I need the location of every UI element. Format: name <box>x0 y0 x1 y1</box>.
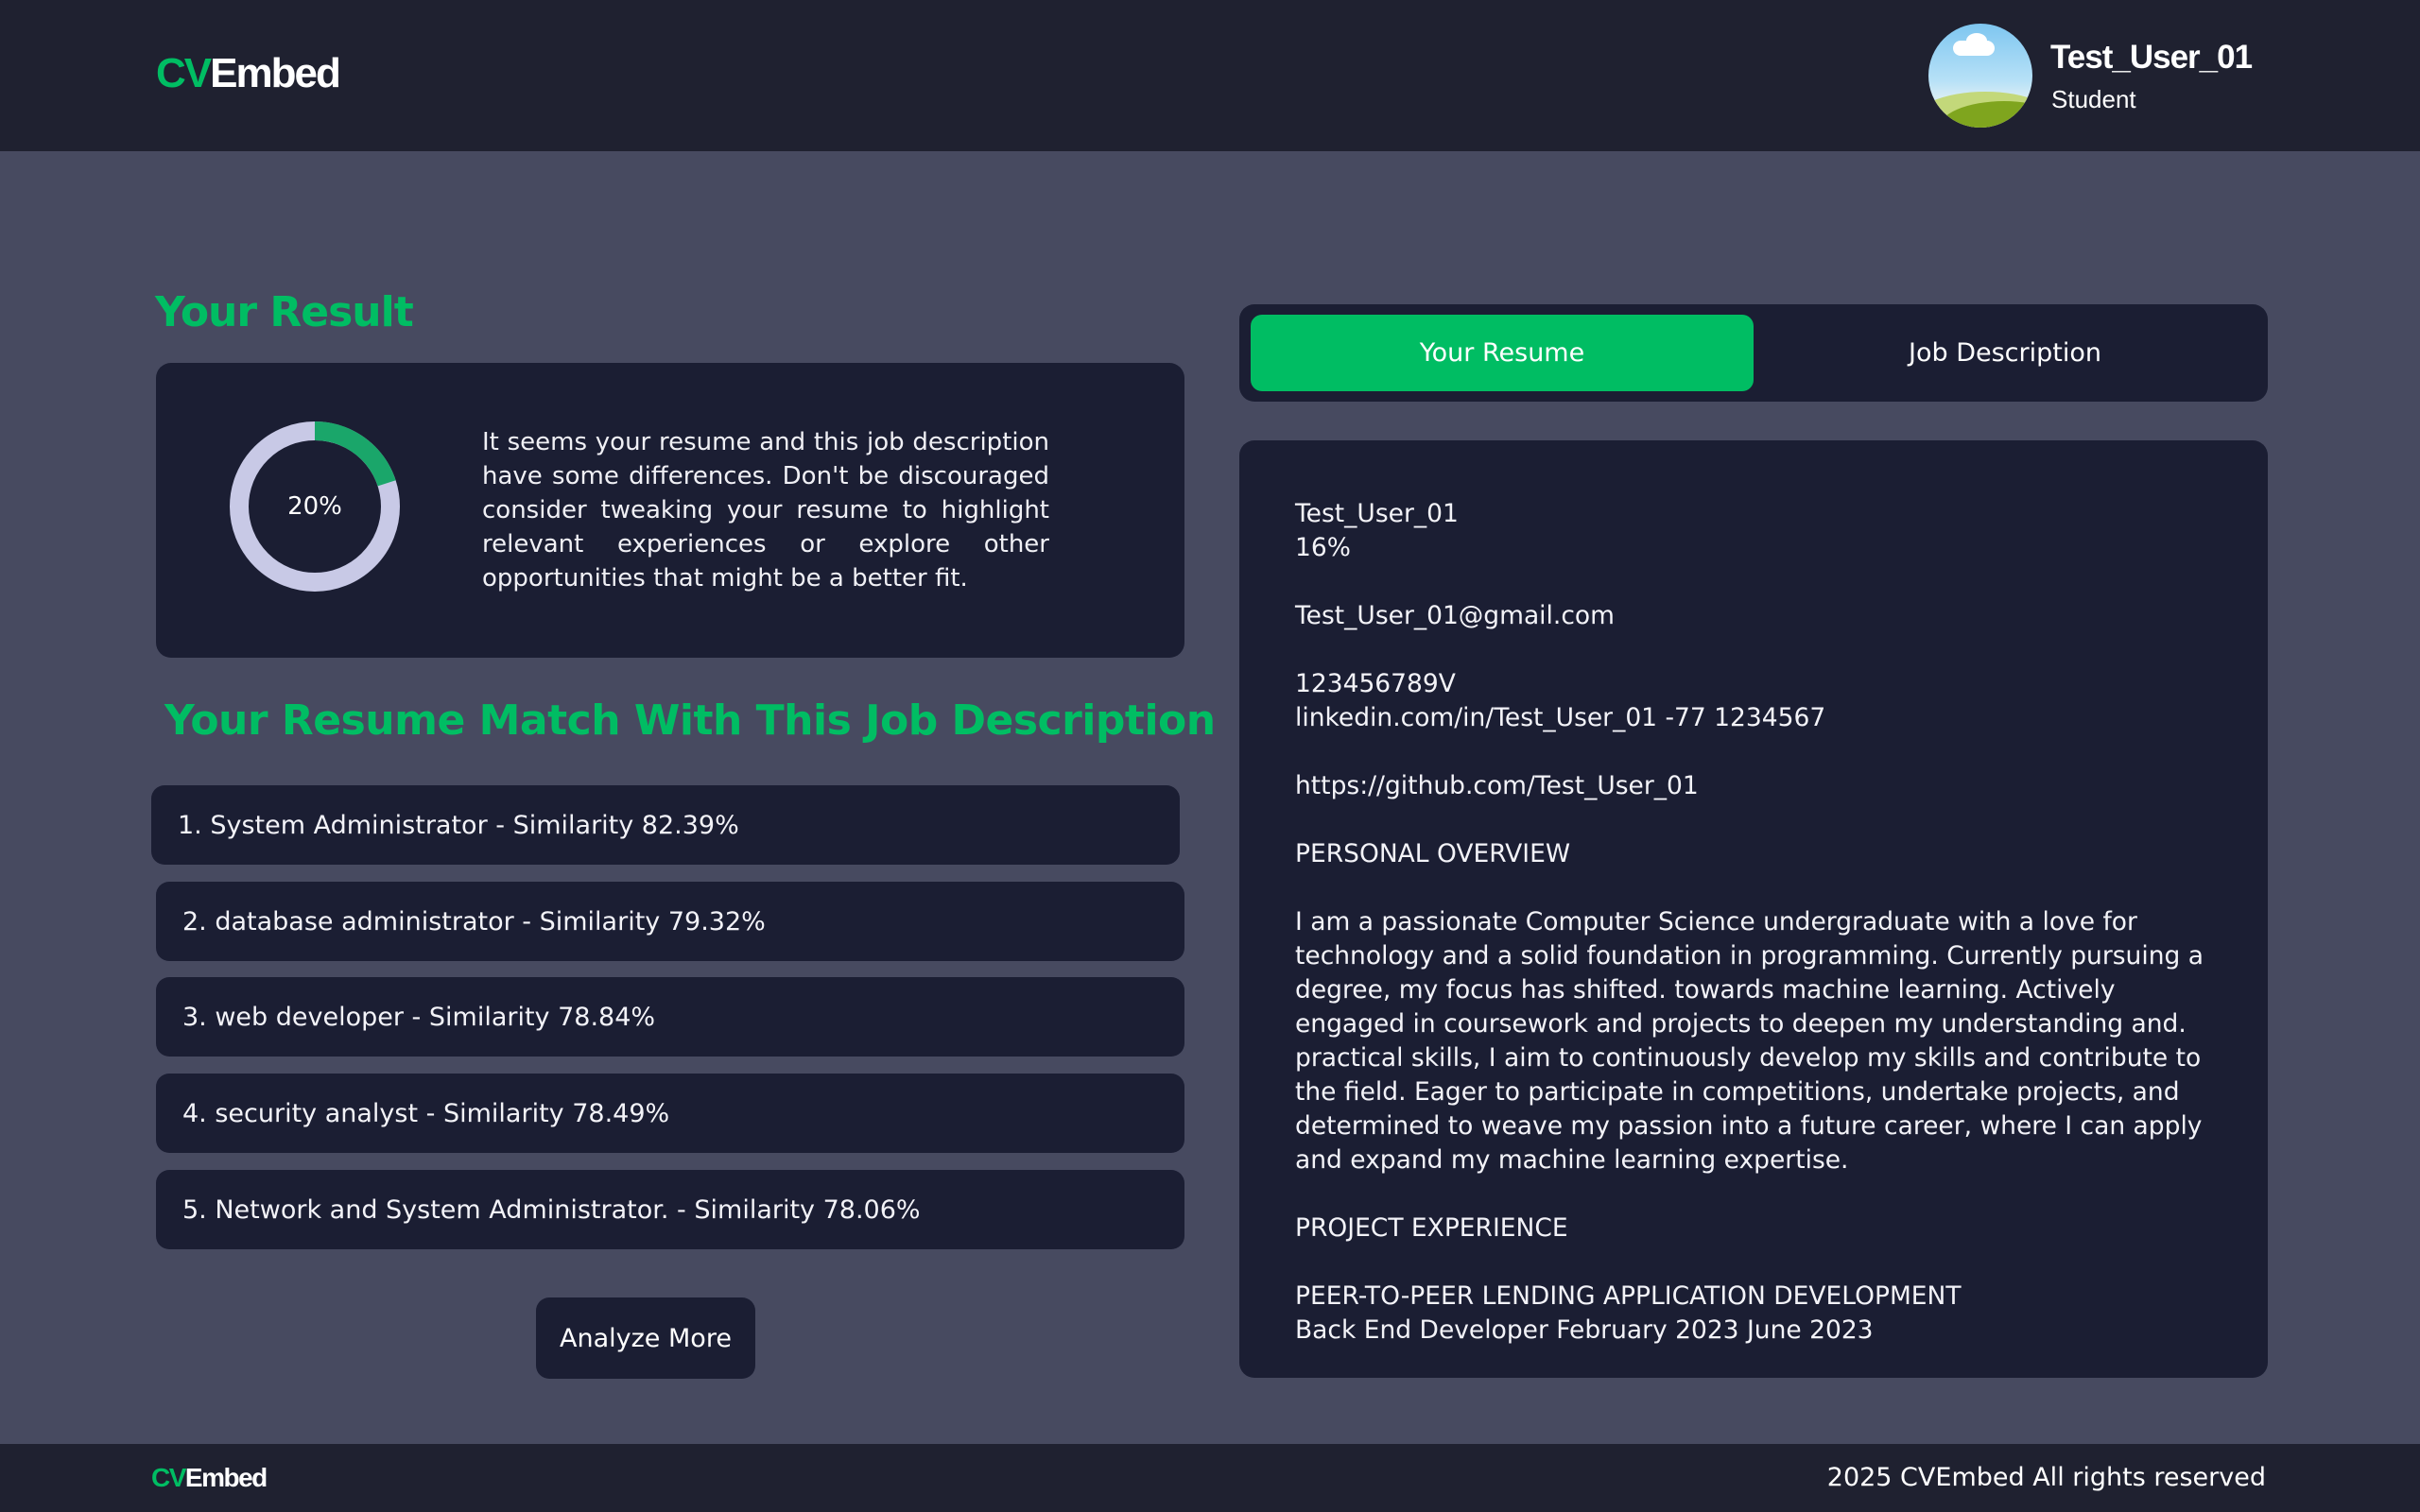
match-section-title: Your Resume Match With This Job Descript… <box>164 696 1216 745</box>
resume-line: PERSONAL OVERVIEW <box>1295 839 1571 868</box>
resume-line: Test_User_01@gmail.com <box>1295 601 1615 630</box>
resume-line <box>1295 803 2231 837</box>
view-tabs: Your Resume Job Description <box>1239 304 2268 402</box>
resume-line <box>1295 1246 2231 1280</box>
resume-line <box>1295 1177 2231 1211</box>
result-card: 20% It seems your resume and this job de… <box>156 363 1184 658</box>
analyze-more-button[interactable]: Analyze More <box>536 1297 755 1379</box>
footer-copyright: 2025 CVEmbed All rights reserved <box>1826 1463 2266 1492</box>
footer-logo-cv: CV <box>151 1463 186 1492</box>
tab-job-description[interactable]: Job Description <box>1754 315 2256 391</box>
logo-embed: Embed <box>210 50 341 96</box>
resume-line: linkedin.com/in/Test_User_01 -77 1234567 <box>1295 703 1826 732</box>
match-item-2[interactable]: 2. database administrator - Similarity 7… <box>156 882 1184 961</box>
resume-line: 16% <box>1295 533 1351 562</box>
result-message: It seems your resume and this job descri… <box>482 428 1049 593</box>
footer: CVEmbed 2025 CVEmbed All rights reserved <box>0 1444 2420 1512</box>
logo-cv: CV <box>156 50 212 96</box>
match-item-5[interactable]: 5. Network and System Administrator. - S… <box>156 1170 1184 1249</box>
footer-logo[interactable]: CVEmbed <box>151 1463 268 1493</box>
resume-line <box>1295 633 2231 667</box>
user-name: Test_User_01 <box>2050 39 2253 76</box>
user-role: Student <box>2051 85 2136 113</box>
avatar[interactable] <box>1928 24 2032 128</box>
resume-panel[interactable]: Test_User_01 16% Test_User_01@gmail.com … <box>1239 440 2268 1378</box>
match-item-1[interactable]: 1. System Administrator - Similarity 82.… <box>151 785 1180 865</box>
resume-line: https://github.com/Test_User_01 <box>1295 771 1699 800</box>
app-logo[interactable]: CVEmbed <box>156 50 341 96</box>
match-item-3[interactable]: 3. web developer - Similarity 78.84% <box>156 977 1184 1057</box>
resume-line: PROJECT EXPERIENCE <box>1295 1213 1568 1243</box>
match-item-4[interactable]: 4. security analyst - Similarity 78.49% <box>156 1074 1184 1153</box>
resume-line: Test_User_01 <box>1295 499 1459 528</box>
resume-line <box>1295 735 2231 769</box>
score-label: 20% <box>287 492 342 521</box>
footer-logo-embed: Embed <box>184 1463 268 1492</box>
tab-your-resume[interactable]: Your Resume <box>1251 315 1754 391</box>
resume-text: Test_User_01 16% Test_User_01@gmail.com … <box>1295 497 2231 1348</box>
resume-line: 123456789V <box>1295 669 1456 698</box>
resume-line: Back End Developer February 2023 June 20… <box>1295 1315 1874 1345</box>
top-header: CVEmbed Test_User_01 Student <box>0 0 2420 151</box>
resume-line <box>1295 871 2231 905</box>
resume-overview: I am a passionate Computer Science under… <box>1295 907 2204 1175</box>
resume-line <box>1295 565 2231 599</box>
resume-line: PEER-TO-PEER LENDING APPLICATION DEVELOP… <box>1295 1281 1962 1311</box>
result-title: Your Result <box>155 288 414 336</box>
